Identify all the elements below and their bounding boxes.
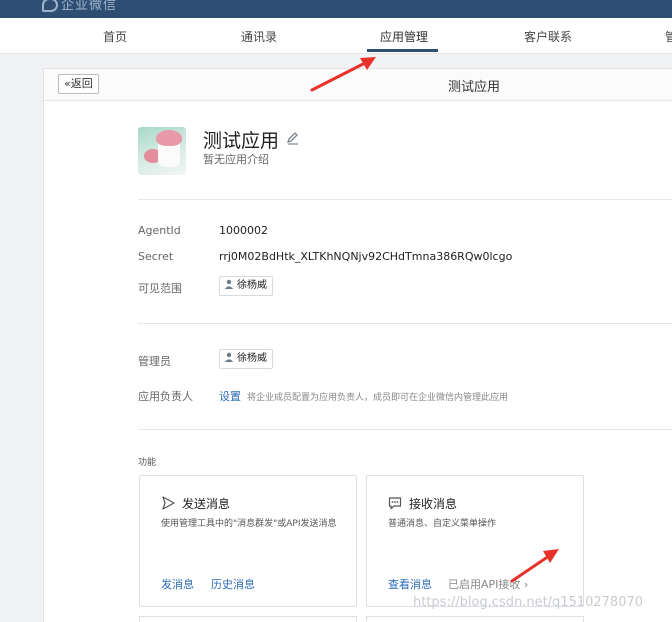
nav-active-indicator <box>367 49 438 52</box>
agentid-value: 1000002 <box>219 224 268 237</box>
app-description: 暂无应用介绍 <box>203 153 269 166</box>
user-name: 徐杨威 <box>237 353 267 364</box>
app-name: 测试应用 <box>203 130 280 152</box>
receive-message-card[interactable]: 接收消息 普通消息、自定义菜单操作 查看消息 已启用API接收 › <box>366 475 584 607</box>
message-history-link[interactable]: 历史消息 <box>211 576 255 592</box>
watermark: https://blog.csdn.net/q1510278070 <box>413 595 644 610</box>
card-partial <box>366 616 584 622</box>
view-messages-link[interactable]: 查看消息 <box>388 576 432 592</box>
divider <box>138 199 672 200</box>
back-button[interactable]: «返回 <box>58 74 99 94</box>
back-label: 返回 <box>70 77 93 90</box>
admin-label: 管理员 <box>138 355 171 368</box>
user-icon <box>224 279 234 289</box>
send-icon <box>162 496 175 510</box>
chevron-right-icon: › <box>523 578 529 591</box>
features-section-title: 功能 <box>138 458 157 468</box>
double-chevron-left-icon: « <box>64 77 71 90</box>
card-description: 普通消息、自定义菜单操作 <box>388 519 497 529</box>
agentid-label: AgentId <box>138 224 181 237</box>
nav-item-contacts[interactable]: 通讯录 <box>241 28 277 45</box>
visible-scope-label: 可见范围 <box>138 282 182 295</box>
user-icon <box>224 352 234 362</box>
admin-user-chip[interactable]: 徐杨威 <box>219 349 273 369</box>
main-nav: 首页 通讯录 应用管理 客户联系 管 <box>0 18 672 54</box>
nav-item-customer-contact[interactable]: 客户联系 <box>524 28 572 45</box>
divider <box>138 323 672 324</box>
logo-icon <box>42 0 58 12</box>
panel-header: «返回 测试应用 <box>44 69 672 101</box>
user-name: 徐杨威 <box>237 280 267 291</box>
panel-title: 测试应用 <box>448 80 501 95</box>
send-message-link[interactable]: 发消息 <box>161 576 194 592</box>
secret-label: Secret <box>138 250 174 263</box>
nav-item-app-management[interactable]: 应用管理 <box>380 28 428 45</box>
send-message-card[interactable]: 发送消息 使用管理工具中的"消息群发"或API发送消息 发消息 历史消息 <box>139 475 357 607</box>
card-description: 使用管理工具中的"消息群发"或API发送消息 <box>161 519 337 529</box>
api-receive-status: 已启用API接收 <box>448 578 521 591</box>
app-photo-icon[interactable] <box>138 127 186 175</box>
card-title: 接收消息 <box>409 497 458 511</box>
edit-pencil-icon[interactable] <box>286 131 300 145</box>
app-owner-label: 应用负责人 <box>138 390 193 403</box>
card-title: 发送消息 <box>182 497 231 511</box>
api-receive-enabled-link[interactable]: 已启用API接收 › <box>448 576 528 592</box>
nav-item-home[interactable]: 首页 <box>103 28 127 45</box>
wecom-logo[interactable]: 企业微信 <box>42 0 117 13</box>
app-owner-settings-link[interactable]: 设置 <box>219 388 241 404</box>
nav-item-management[interactable]: 管 <box>665 28 672 45</box>
app-owner-hint: 将企业成员配置为应用负责人，成员即可在企业微信内管理此应用 <box>247 393 509 403</box>
visible-scope-user-chip[interactable]: 徐杨威 <box>219 276 273 296</box>
logo-text: 企业微信 <box>61 0 118 13</box>
top-bar: 企业微信 <box>0 0 672 18</box>
secret-value: rrj0M02BdHtk_XLTKhNQNjv92CHdTmna386RQw0l… <box>219 250 513 263</box>
card-partial <box>139 616 357 622</box>
divider <box>138 429 672 430</box>
chat-bubble-icon <box>388 497 402 510</box>
